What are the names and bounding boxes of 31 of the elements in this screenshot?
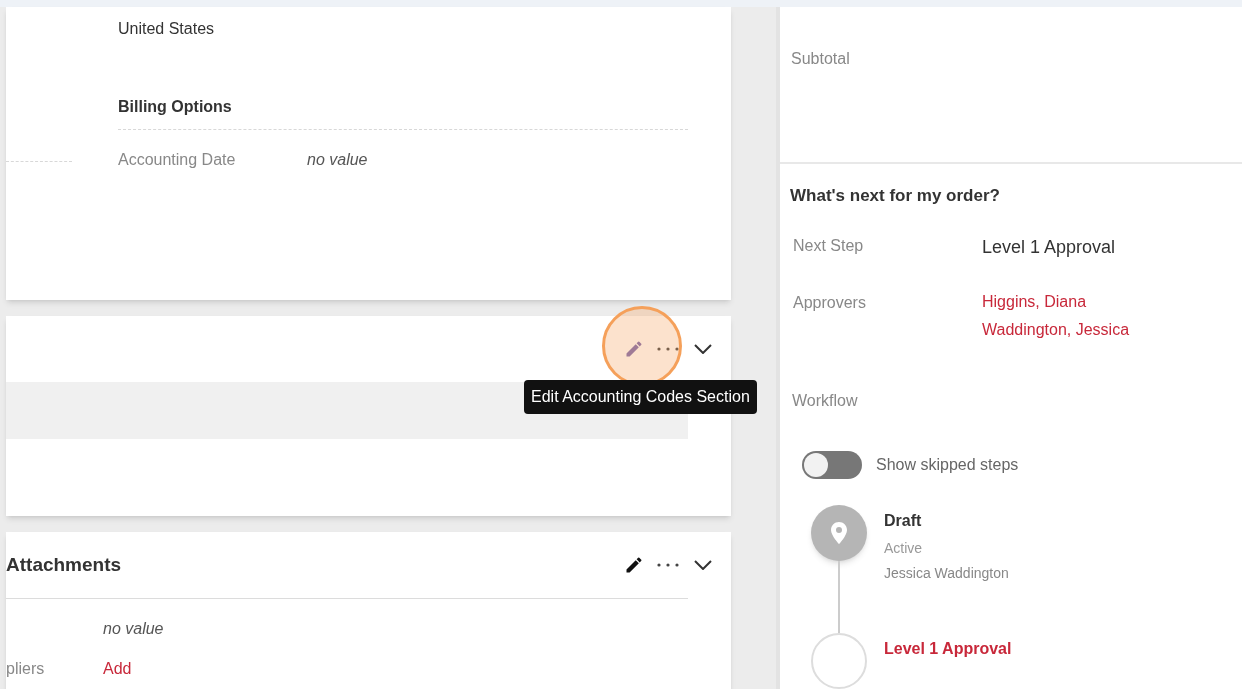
- field-value: no value: [103, 619, 164, 639]
- field-label: pliers: [6, 660, 45, 677]
- toggle-label: Show skipped steps: [876, 455, 1019, 475]
- section-heading: Attachments: [6, 552, 122, 577]
- connector-line: [838, 561, 840, 633]
- step-name: Draft: [884, 511, 923, 531]
- approver-link[interactable]: Higgins, Diana: [982, 291, 1087, 313]
- step-assignee: Jessica Waddington: [884, 564, 1009, 583]
- map-pin-icon: [831, 522, 847, 544]
- more-icon: [657, 347, 679, 351]
- toggle-switch[interactable]: [802, 451, 862, 479]
- field-label: Approvers: [792, 293, 867, 313]
- tooltip: Edit Accounting Codes Section: [524, 380, 757, 414]
- field-value: no value: [307, 150, 368, 170]
- add-link[interactable]: Add: [103, 657, 132, 681]
- section-heading: Billing Options: [118, 97, 232, 117]
- field-label: Subtotal: [791, 49, 850, 69]
- field-label: Next Step: [792, 236, 865, 256]
- address-line: United States: [118, 19, 215, 39]
- chevron-down-icon: [694, 560, 712, 570]
- pencil-icon: [624, 555, 644, 575]
- chevron-down-icon: [694, 344, 712, 354]
- approver-link[interactable]: Waddington, Jessica: [982, 319, 1130, 341]
- field-label: Accounting Date: [118, 150, 237, 170]
- step-name: Level 1 Approval: [884, 639, 1012, 659]
- pencil-icon: [624, 339, 644, 359]
- field-value: Level 1 Approval: [982, 236, 1116, 259]
- step-status: Active: [884, 539, 924, 558]
- more-icon: [657, 563, 679, 567]
- section-heading: What's next for my order?: [790, 184, 1000, 207]
- field-label: Workflow: [791, 391, 858, 411]
